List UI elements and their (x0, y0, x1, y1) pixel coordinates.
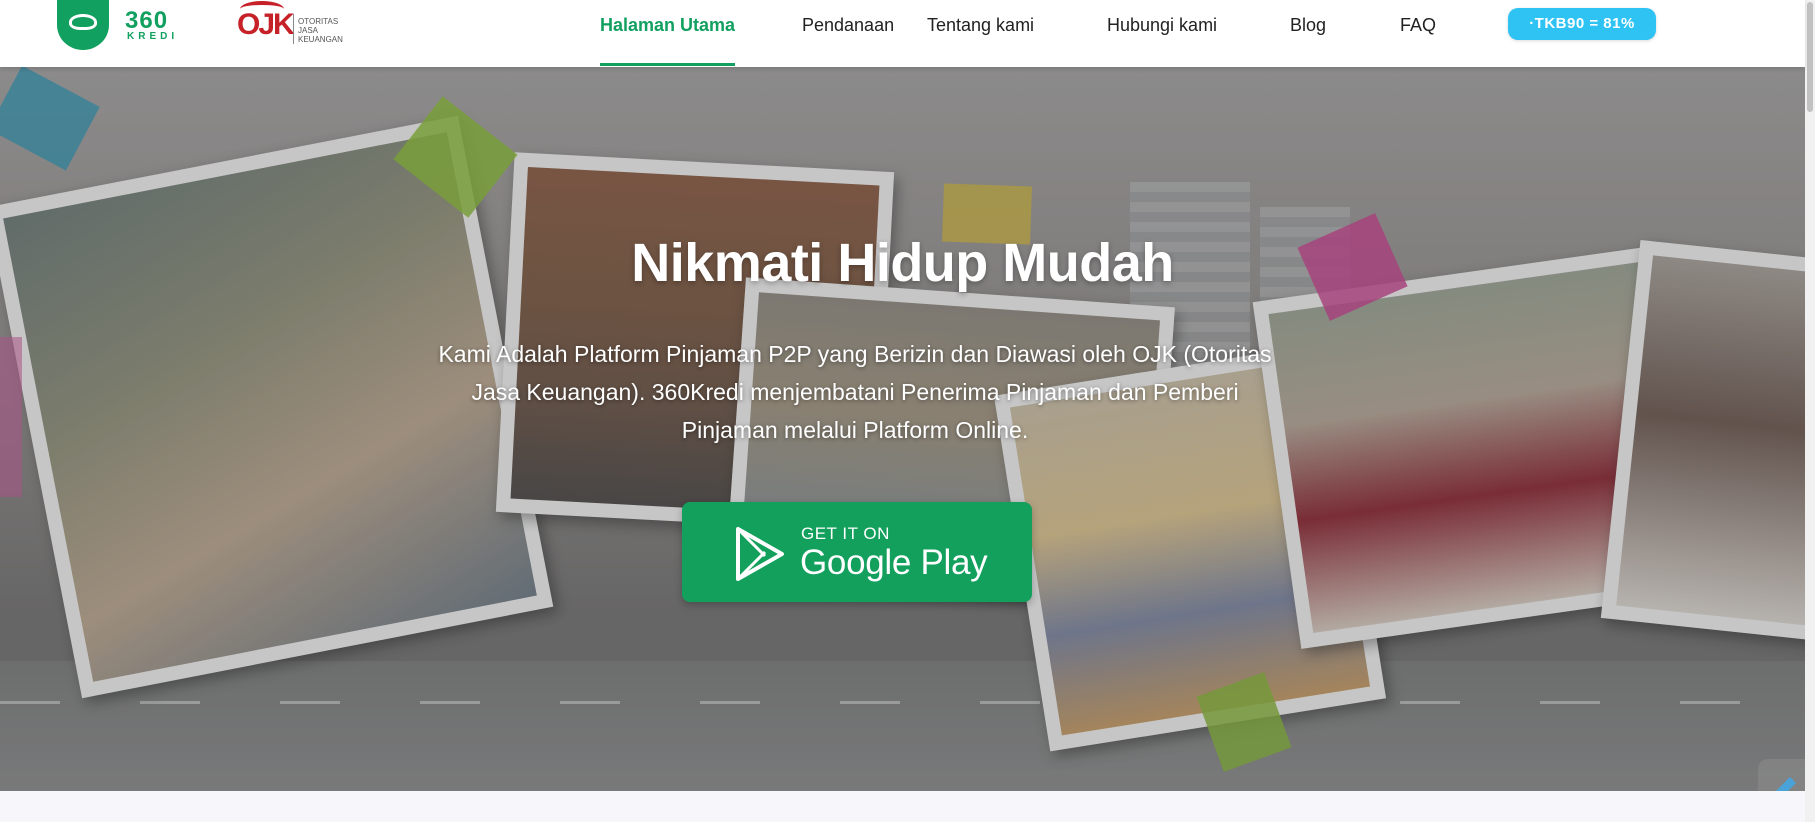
nav-item-halaman-utama[interactable]: Halaman Utama (600, 0, 736, 66)
ojk-text: OTORITAS JASA KEUANGAN (298, 17, 343, 44)
360kredi-logo[interactable]: 360 KREDI (57, 0, 187, 52)
ojk-logo: OJK OTORITAS JASA KEUANGAN (237, 0, 357, 50)
tkb90-badge[interactable]: ·TKB90 = 81% (1508, 8, 1656, 40)
ojk-letters: OJK (237, 8, 295, 41)
nav-item-pendanaan[interactable]: Pendanaan (802, 0, 894, 66)
google-play-icon (736, 527, 784, 581)
scrollbar-thumb[interactable] (1807, 2, 1813, 112)
floating-helper-icon (1776, 777, 1796, 791)
rhino-logo-icon (57, 0, 109, 50)
google-play-button[interactable]: GET IT ON Google Play (682, 502, 1032, 602)
hero-banner: Nikmati Hidup Mudah Kami Adalah Platform… (0, 67, 1805, 791)
nav-item-hubungi-kami[interactable]: Hubungi kami (1107, 0, 1217, 66)
floating-helper-button[interactable] (1758, 759, 1805, 791)
google-play-big-text: Google Play (800, 543, 988, 582)
page-scrollbar[interactable] (1805, 0, 1815, 822)
top-navbar: 360 KREDI OJK OTORITAS JASA KEUANGAN Hal… (0, 0, 1805, 67)
ojk-divider (293, 14, 294, 44)
nav-item-tentang-kami[interactable]: Tentang kami (927, 0, 1034, 66)
logo-subtitle: KREDI (127, 31, 179, 42)
nav-item-faq[interactable]: FAQ (1400, 0, 1436, 66)
google-play-small-text: GET IT ON (801, 524, 890, 543)
hero-title: Nikmati Hidup Mudah (631, 233, 1174, 293)
hero-description: Kami Adalah Platform Pinjaman P2P yang B… (438, 341, 1272, 443)
logo-number: 360 (125, 7, 169, 34)
nav-item-blog[interactable]: Blog (1290, 0, 1326, 66)
